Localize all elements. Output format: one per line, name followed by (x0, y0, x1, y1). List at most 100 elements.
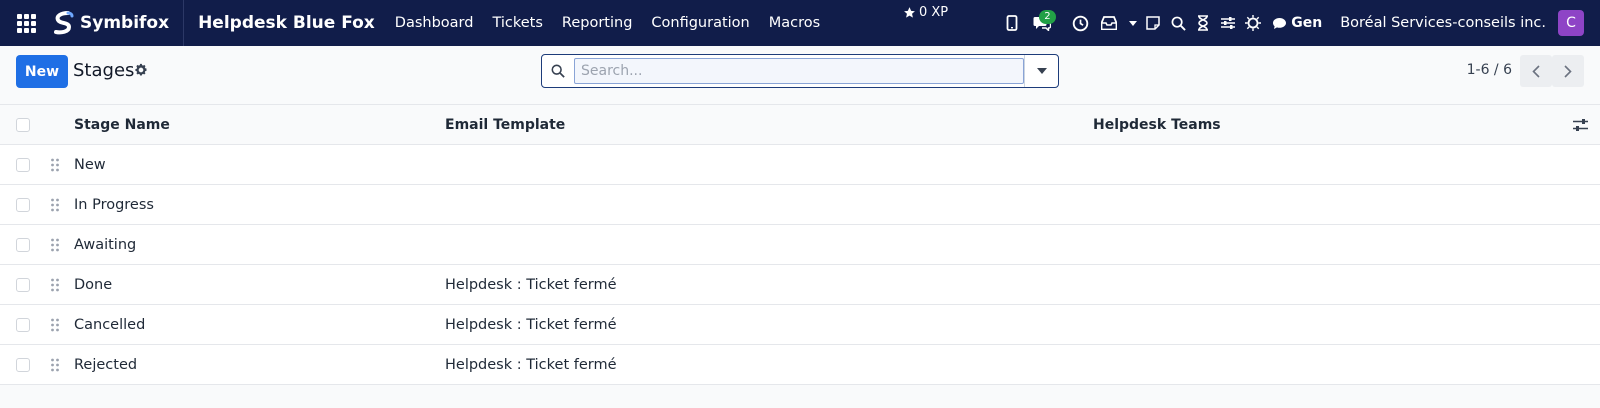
table-row[interactable]: Rejected Helpdesk : Ticket fermé (0, 345, 1600, 385)
caret-dropdown-button[interactable] (1126, 0, 1140, 46)
search-input[interactable] (574, 58, 1024, 84)
table-row[interactable]: New (0, 145, 1600, 185)
gear-icon[interactable] (134, 63, 148, 77)
company-switcher[interactable]: Boréal Services-conseils inc. (1340, 15, 1546, 31)
table-header: Stage Name Email Template Helpdesk Teams (0, 105, 1600, 145)
cell-stage-name: Awaiting (74, 236, 137, 253)
gen-button[interactable]: Gen (1272, 15, 1322, 31)
xp-indicator[interactable]: 0 XP (903, 5, 948, 20)
table-row[interactable]: In Progress (0, 185, 1600, 225)
sliders-icon (1221, 17, 1236, 29)
brand-name: Symbifox (80, 13, 170, 33)
page-title: Stages (73, 60, 135, 81)
menu-tickets[interactable]: Tickets (492, 15, 542, 31)
row-select-cell (0, 317, 46, 332)
row-checkbox[interactable] (16, 157, 30, 172)
drag-handle-icon (51, 278, 59, 291)
settings-sliders-button[interactable] (1216, 0, 1240, 46)
drag-handle[interactable] (46, 238, 74, 252)
discuss-button[interactable]: 2 (1025, 0, 1059, 46)
activity-button[interactable] (1068, 0, 1092, 46)
cell-stage-name: Rejected (74, 356, 138, 373)
mobile-button[interactable] (1000, 0, 1024, 46)
table-row[interactable]: Awaiting (0, 225, 1600, 265)
pager-value[interactable]: 1-6 / 6 (1467, 62, 1512, 78)
row-checkbox[interactable] (16, 357, 30, 372)
search-options-toggle[interactable] (1024, 55, 1058, 87)
menu-reporting[interactable]: Reporting (562, 15, 633, 31)
chevron-right-icon (1564, 64, 1572, 78)
caret-down-icon (1036, 68, 1047, 74)
search-bar (541, 54, 1059, 88)
sliders-icon (1572, 118, 1588, 131)
cell-stage-name: New (74, 156, 106, 173)
optional-columns-button[interactable] (1560, 118, 1600, 132)
drag-handle-icon (51, 318, 59, 331)
drag-handle-icon (51, 198, 59, 211)
timer-button[interactable] (1191, 0, 1215, 46)
gen-label: Gen (1291, 15, 1323, 31)
user-avatar[interactable]: C (1558, 10, 1584, 36)
row-checkbox[interactable] (16, 317, 30, 332)
table-row[interactable]: Done Helpdesk : Ticket fermé (0, 265, 1600, 305)
new-button[interactable]: New (16, 55, 68, 88)
inbox-button[interactable] (1097, 0, 1121, 46)
inbox-icon (1101, 16, 1118, 30)
cell-stage-name: Done (74, 276, 113, 293)
star-icon (904, 7, 915, 18)
cell-stage-name: Cancelled (74, 316, 146, 333)
control-panel: New Stages 1-6 / 6 (0, 46, 1600, 105)
row-select-cell (0, 197, 46, 212)
pager-next-button[interactable] (1552, 55, 1584, 87)
cell-email-template: Helpdesk : Ticket fermé (445, 276, 617, 293)
comment-icon (1273, 17, 1287, 29)
note-button[interactable] (1141, 0, 1165, 46)
column-header-stage-name[interactable]: Stage Name (46, 117, 445, 133)
stages-table: Stage Name Email Template Helpdesk Teams… (0, 105, 1600, 385)
row-select-cell (0, 157, 46, 172)
row-checkbox[interactable] (16, 197, 30, 212)
chat-badge: 2 (1039, 10, 1056, 24)
menu-dashboard[interactable]: Dashboard (395, 15, 474, 31)
top-navbar: Symbifox Helpdesk Blue Fox Dashboard Tic… (0, 0, 1600, 46)
search-nav-button[interactable] (1166, 0, 1190, 46)
drag-handle[interactable] (46, 278, 74, 292)
drag-handle-icon (51, 158, 59, 171)
drag-handle[interactable] (46, 198, 74, 212)
app-title[interactable]: Helpdesk Blue Fox (198, 13, 375, 33)
drag-handle[interactable] (46, 158, 74, 172)
menu-configuration[interactable]: Configuration (651, 15, 749, 31)
search-bar-icon-wrap (542, 55, 574, 87)
row-checkbox[interactable] (16, 277, 30, 292)
hourglass-icon (1198, 15, 1209, 31)
column-header-helpdesk-teams[interactable]: Helpdesk Teams (1093, 117, 1560, 133)
drag-handle[interactable] (46, 358, 74, 372)
row-checkbox[interactable] (16, 237, 30, 252)
sun-icon (1245, 15, 1262, 31)
app-switcher-button[interactable] (0, 0, 52, 46)
cell-stage-name: In Progress (74, 196, 154, 213)
clock-icon (1072, 15, 1088, 31)
xp-value: 0 XP (919, 5, 949, 20)
menu-macros[interactable]: Macros (769, 15, 820, 31)
caret-down-icon (1129, 20, 1138, 26)
symbifox-logo-icon (54, 11, 74, 35)
search-icon (1171, 16, 1186, 31)
grid-icon (16, 13, 36, 33)
chevron-left-icon (1532, 64, 1540, 78)
theme-button[interactable] (1241, 0, 1265, 46)
row-select-cell (0, 277, 46, 292)
table-row[interactable]: Cancelled Helpdesk : Ticket fermé (0, 305, 1600, 345)
row-select-cell (0, 357, 46, 372)
cell-email-template: Helpdesk : Ticket fermé (445, 316, 617, 333)
search-icon (551, 64, 565, 78)
drag-handle-icon (51, 358, 59, 371)
brand[interactable]: Symbifox (52, 0, 185, 46)
drag-handle[interactable] (46, 318, 74, 332)
pager-previous-button[interactable] (1520, 55, 1552, 87)
select-all-checkbox[interactable] (16, 117, 30, 132)
column-header-email-template[interactable]: Email Template (445, 117, 1093, 133)
row-select-cell (0, 237, 46, 252)
sticky-note-icon (1146, 16, 1160, 30)
cell-email-template: Helpdesk : Ticket fermé (445, 356, 617, 373)
